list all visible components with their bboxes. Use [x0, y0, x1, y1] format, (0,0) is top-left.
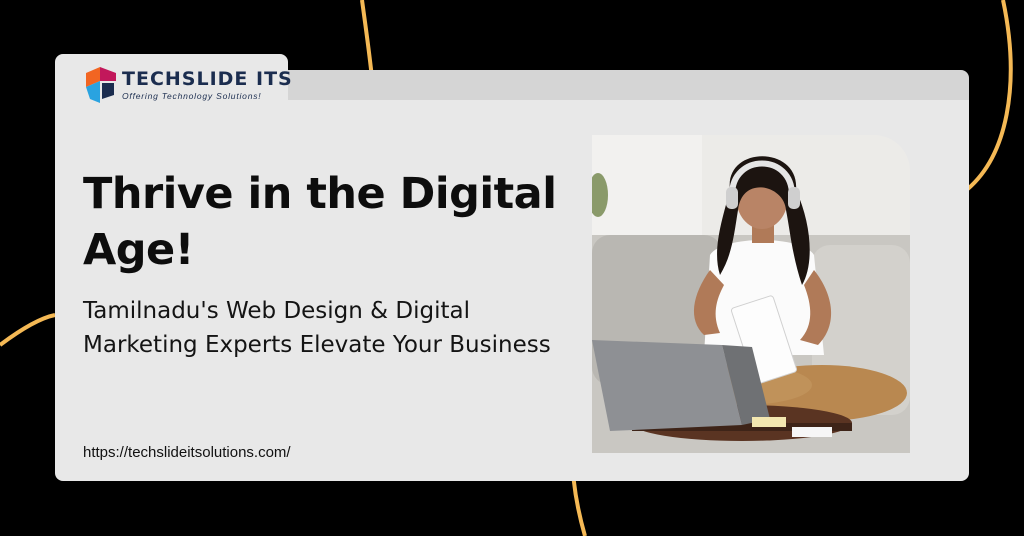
- woman-with-laptop-illustration: [592, 135, 910, 453]
- curve-left: [0, 313, 56, 347]
- hero-photo: [592, 135, 910, 453]
- subheadline: Tamilnadu's Web Design & Digital Marketi…: [83, 298, 551, 358]
- techslide-logo-mark-icon: [86, 67, 116, 103]
- logo-name: TECHSLIDE ITS: [122, 68, 293, 90]
- logo-tagline: Offering Technology Solutions!: [122, 91, 262, 101]
- card-header-strip: [283, 70, 969, 100]
- techslide-logo[interactable]: TECHSLIDE ITS Offering Technology Soluti…: [84, 67, 292, 107]
- headline: Thrive in the Digital Age!: [83, 169, 557, 275]
- website-url-link[interactable]: https://techslideitsolutions.com/: [83, 444, 291, 461]
